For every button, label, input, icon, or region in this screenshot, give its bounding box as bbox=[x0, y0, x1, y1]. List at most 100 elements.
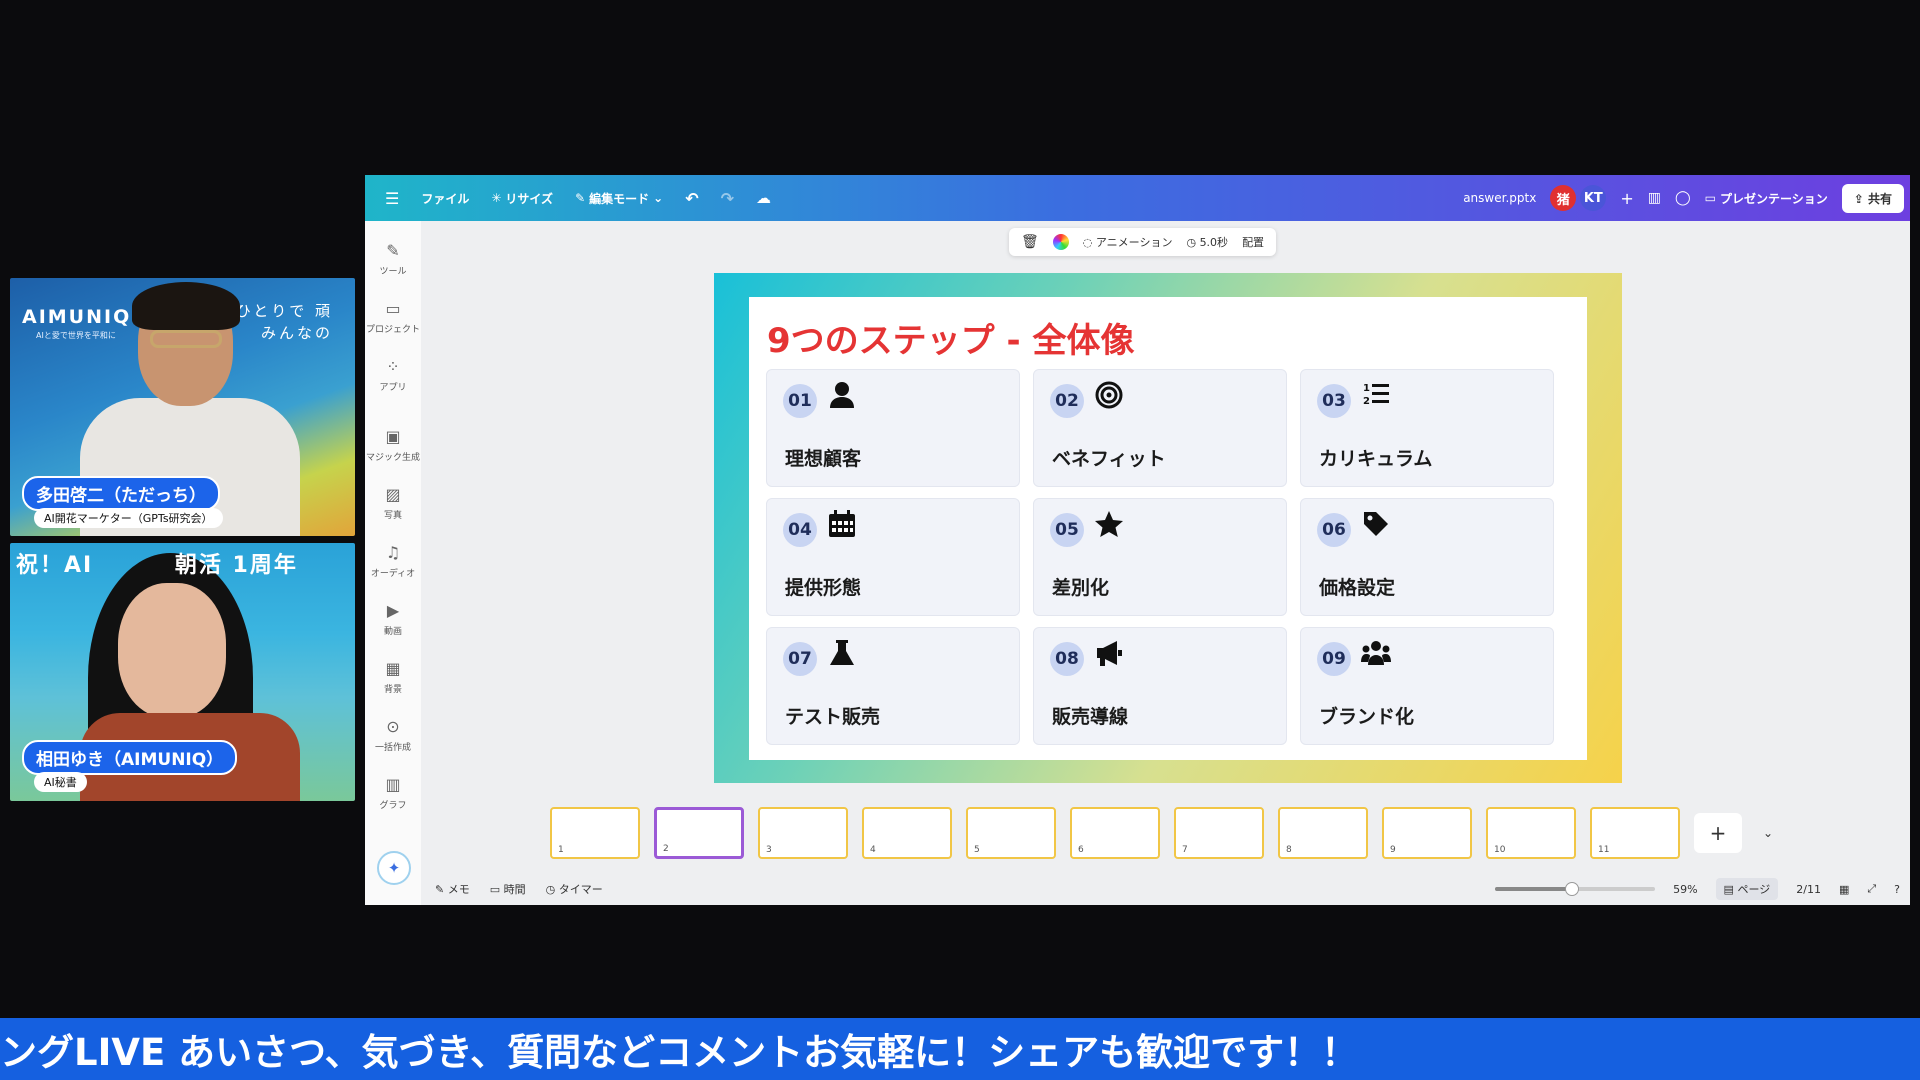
sidebar-item-background[interactable]: ▦ 背景 bbox=[365, 659, 421, 695]
sidebar-item-apps[interactable]: ⁘ アプリ bbox=[365, 357, 421, 393]
page-thumbnail-selected[interactable]: 2 bbox=[654, 807, 744, 859]
duration-toggle[interactable]: ▭ 時間 bbox=[490, 881, 526, 897]
step-number: 05 bbox=[1050, 513, 1084, 547]
tagline: ひとりで 頑 みんなの bbox=[236, 300, 333, 344]
video-icon: ▶ bbox=[386, 601, 400, 620]
speaker-role: AI開花マーケター（GPTs研究会） bbox=[34, 508, 223, 528]
redo-icon[interactable]: ↷ bbox=[721, 189, 734, 208]
zoom-level[interactable]: 59% bbox=[1673, 883, 1697, 896]
animation-label: アニメーション bbox=[1095, 236, 1173, 249]
sidebar-item-chart[interactable]: ▥ グラフ bbox=[365, 775, 421, 811]
grid-view-icon[interactable]: ▦ bbox=[1839, 883, 1849, 896]
step-card[interactable]: 02 ベネフィット bbox=[1033, 369, 1287, 487]
upload-icon: ⇪ bbox=[1853, 191, 1864, 206]
edit-mode-dropdown[interactable]: ✎ 編集モード ⌄ bbox=[575, 190, 663, 207]
timer-label: タイマー bbox=[558, 883, 603, 896]
page-thumbnail[interactable]: 5 bbox=[966, 807, 1056, 859]
add-collaborator-icon[interactable]: + bbox=[1620, 189, 1633, 208]
help-icon[interactable]: ? bbox=[1894, 883, 1900, 896]
step-number: 03 bbox=[1317, 384, 1351, 418]
sidebar-item-tools[interactable]: ✎ ツール bbox=[365, 241, 421, 277]
speaker-name: 相田ゆき（AIMUNIQ） bbox=[22, 740, 238, 775]
page-view-button[interactable]: ▤ ページ bbox=[1715, 878, 1779, 900]
page-thumbnail[interactable]: 11 bbox=[1590, 807, 1680, 859]
page-counter[interactable]: 2/11 bbox=[1796, 883, 1821, 896]
step-card[interactable]: 09 ブランド化 bbox=[1300, 627, 1554, 745]
step-card[interactable]: 04 提供形態 bbox=[766, 498, 1020, 616]
animation-button[interactable]: ◌ アニメーション bbox=[1083, 234, 1173, 250]
present-button[interactable]: ▭ プレゼンテーション bbox=[1705, 190, 1828, 207]
comment-ticker: ングLIVE あいさつ、気づき、質問などコメントお気軽に！シェアも歓迎です！！ bbox=[0, 1018, 1920, 1080]
chevron-down-icon[interactable]: ⌄ bbox=[1756, 813, 1780, 853]
page-thumbnail[interactable]: 7 bbox=[1174, 807, 1264, 859]
sidebar-item-label: ツール bbox=[379, 267, 407, 277]
hamburger-icon[interactable]: ☰ bbox=[385, 189, 399, 208]
svg-text:2: 2 bbox=[1363, 396, 1370, 407]
slide-canvas[interactable]: 9つのステップ - 全体像 01 理想顧客 02 ベネフィット 03 12 カリ… bbox=[714, 273, 1622, 783]
sidebar-item-magic[interactable]: ▣ マジック生成 bbox=[365, 427, 421, 463]
page-number: 5 bbox=[974, 845, 980, 855]
page-thumbnail[interactable]: 10 bbox=[1486, 807, 1576, 859]
page-number: 2 bbox=[663, 844, 669, 854]
host-glasses bbox=[150, 330, 222, 348]
page-thumbnail[interactable]: 8 bbox=[1278, 807, 1368, 859]
clock-icon: ◷ bbox=[1186, 236, 1197, 249]
megaphone-icon bbox=[1097, 641, 1122, 666]
step-card[interactable]: 07 テスト販売 bbox=[766, 627, 1020, 745]
brand-logo: AIMUNIQ bbox=[22, 306, 132, 328]
fullscreen-icon[interactable]: ⤢ bbox=[1867, 882, 1876, 896]
step-card[interactable]: 03 12 カリキュラム bbox=[1300, 369, 1554, 487]
sidebar-item-photos[interactable]: ▨ 写真 bbox=[365, 485, 421, 521]
bottom-bar: ✎ メモ ▭ 時間 ◷ タイマー 59% ▤ ページ 2/11 ▦ ⤢ ? bbox=[365, 873, 1910, 905]
sidebar-item-label: アプリ bbox=[379, 383, 407, 393]
page-thumbnail[interactable]: 1 bbox=[550, 807, 640, 859]
sidebar-item-projects[interactable]: ▭ プロジェクト bbox=[365, 299, 421, 335]
present-label: プレゼンテーション bbox=[1719, 191, 1828, 206]
comment-icon[interactable]: ◯ bbox=[1675, 190, 1691, 206]
undo-icon[interactable]: ↶ bbox=[685, 189, 698, 208]
zoom-slider[interactable] bbox=[1495, 882, 1656, 896]
target-icon bbox=[1095, 381, 1123, 409]
color-wheel-icon[interactable] bbox=[1052, 234, 1069, 250]
duration-button[interactable]: ◷ 5.0秒 bbox=[1186, 234, 1228, 250]
step-card[interactable]: 08 販売導線 bbox=[1033, 627, 1287, 745]
add-page-button[interactable]: + bbox=[1694, 813, 1742, 853]
step-card[interactable]: 06 価格設定 bbox=[1300, 498, 1554, 616]
page-thumbnail[interactable]: 3 bbox=[758, 807, 848, 859]
notes-label: メモ bbox=[447, 883, 470, 896]
insights-chart-icon[interactable]: ▥ bbox=[1648, 190, 1661, 206]
sparkle-icon: ✳ bbox=[491, 191, 502, 205]
sidebar-item-audio[interactable]: ♫ オーディオ bbox=[365, 543, 421, 579]
page-number: 6 bbox=[1078, 845, 1084, 855]
avatar[interactable]: 猪 bbox=[1550, 185, 1577, 211]
sidebar-item-video[interactable]: ▶ 動画 bbox=[365, 601, 421, 637]
page-number: 1 bbox=[558, 845, 564, 855]
page-view-icon: ▤ bbox=[1723, 883, 1734, 896]
share-button[interactable]: ⇪ 共有 bbox=[1841, 183, 1904, 213]
cloud-sync-icon[interactable]: ☁ bbox=[756, 189, 771, 207]
flask-icon bbox=[830, 640, 854, 665]
element-toolbar: 🗑 ◌ アニメーション ◷ 5.0秒 配置 bbox=[1009, 228, 1277, 256]
step-card[interactable]: 01 理想顧客 bbox=[766, 369, 1020, 487]
timer-button[interactable]: ◷ タイマー bbox=[546, 881, 603, 897]
zoom-slider-handle[interactable] bbox=[1565, 882, 1580, 896]
chevron-down-icon: ⌄ bbox=[653, 191, 664, 205]
sidebar-item-bulk[interactable]: ⊙ 一括作成 bbox=[365, 717, 421, 753]
ordered-list-icon: 12 bbox=[1363, 383, 1389, 407]
resize-button[interactable]: ✳ リサイズ bbox=[491, 190, 553, 207]
file-menu[interactable]: ファイル bbox=[421, 190, 469, 207]
photo-icon: ▨ bbox=[385, 485, 401, 504]
filename: answer.pptx bbox=[1463, 191, 1537, 205]
step-card[interactable]: 05 差別化 bbox=[1033, 498, 1287, 616]
arrange-button[interactable]: 配置 bbox=[1242, 234, 1264, 250]
avatar[interactable]: KT bbox=[1580, 185, 1607, 211]
step-number: 09 bbox=[1317, 642, 1351, 676]
page-thumbnail[interactable]: 6 bbox=[1070, 807, 1160, 859]
left-sidebar: ✎ ツール ▭ プロジェクト ⁘ アプリ ▣ マジック生成 ▨ 写真 ♫ オーディオ ▶ 動画… bbox=[365, 221, 421, 905]
page-thumbnail[interactable]: 4 bbox=[862, 807, 952, 859]
step-label: ブランド化 bbox=[1319, 706, 1415, 728]
page-thumbnail[interactable]: 9 bbox=[1382, 807, 1472, 859]
step-number: 02 bbox=[1050, 384, 1084, 418]
trash-icon[interactable]: 🗑 bbox=[1021, 234, 1039, 250]
notes-button[interactable]: ✎ メモ bbox=[435, 881, 470, 897]
